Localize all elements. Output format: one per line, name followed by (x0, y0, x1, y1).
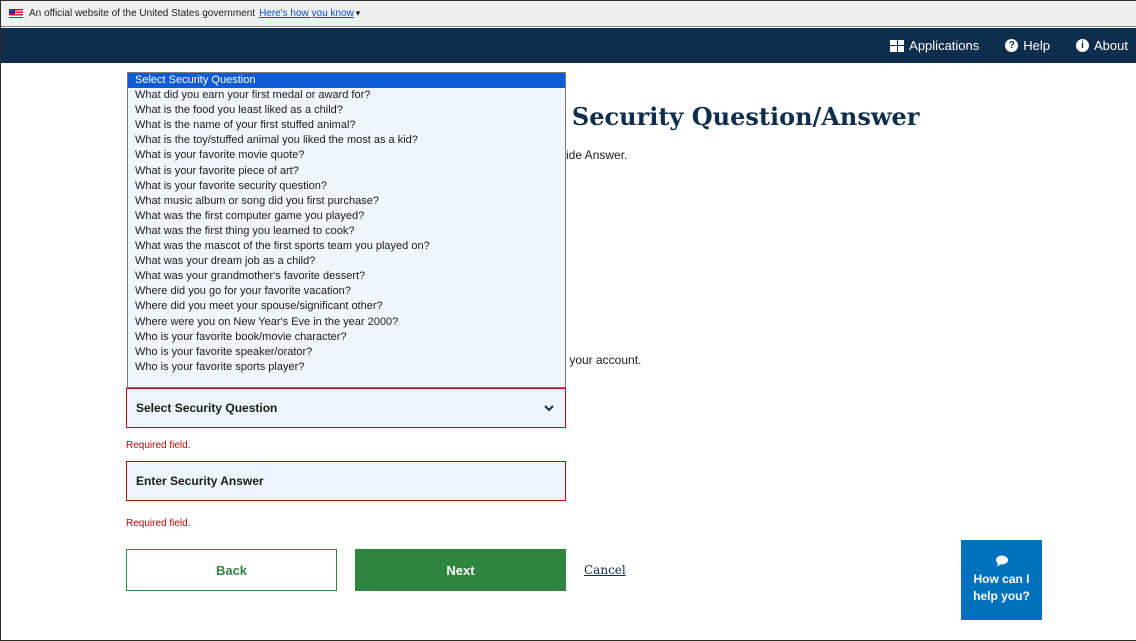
dropdown-option[interactable]: Select Security Question (128, 73, 565, 89)
page-title-text: Security Question/Answer (571, 102, 920, 131)
security-answer-input[interactable]: Enter Security Answer (126, 461, 566, 501)
dropdown-option[interactable]: Where did you meet your spouse/significa… (128, 299, 565, 314)
nav-help-label: Help (1023, 38, 1051, 53)
gov-banner: An official website of the United States… (1, 1, 1136, 27)
dropdown-option[interactable]: What was the first thing you learned to … (128, 224, 565, 239)
security-answer-placeholder: Enter Security Answer (136, 474, 264, 488)
question-circle-icon: ? (1005, 39, 1019, 52)
dropdown-option[interactable]: What is the toy/stuffed animal you liked… (128, 133, 565, 148)
page-description: vide Answer. (560, 148, 628, 162)
us-flag-icon (9, 9, 23, 18)
dropdown-option[interactable]: What was your grandmother's favorite des… (128, 269, 565, 284)
cancel-link[interactable]: Cancel (584, 563, 626, 577)
security-question-error: Required field. (126, 440, 191, 451)
dropdown-option[interactable]: Where were you on New Year's Eve in the … (128, 315, 565, 330)
dropdown-option[interactable]: Who is your favorite book/movie characte… (128, 330, 565, 345)
dropdown-option[interactable]: What was the first computer game you pla… (128, 209, 565, 224)
info-circle-icon: i (1076, 39, 1090, 52)
help-widget-line2: help you? (973, 589, 1030, 603)
gov-banner-text: An official website of the United States… (29, 8, 256, 19)
dropdown-option[interactable]: What is your favorite security question? (128, 179, 565, 194)
help-chat-widget[interactable]: How can I help you? (961, 540, 1042, 620)
nav-applications[interactable]: Applications (890, 38, 979, 53)
page-title: a Security Question/Answer (548, 102, 919, 131)
page-description-secondary: k your account. (560, 353, 642, 367)
dropdown-option[interactable]: What is your favorite movie quote? (128, 148, 565, 163)
dropdown-option[interactable]: What is your favorite piece of art? (128, 164, 565, 179)
dropdown-option[interactable]: What was the mascot of the first sports … (128, 239, 565, 254)
nav-about-label: About (1094, 38, 1128, 53)
security-question-select[interactable]: Select Security Question (126, 388, 566, 428)
grid-icon (890, 39, 905, 52)
chevron-down-icon (544, 405, 554, 412)
dropdown-option[interactable]: What did you earn your first medal or aw… (128, 88, 565, 103)
dropdown-option[interactable]: Where did you go for your favorite vacat… (128, 284, 565, 299)
dropdown-option[interactable]: What is the name of your first stuffed a… (128, 118, 565, 133)
dropdown-option[interactable]: Who is your favorite sports player? (128, 360, 565, 375)
nav-applications-label: Applications (909, 38, 980, 53)
security-answer-error: Required field. (126, 518, 191, 529)
dropdown-option[interactable]: Who is your favorite speaker/orator? (128, 345, 565, 360)
dropdown-option[interactable]: What is the food you least liked as a ch… (128, 103, 565, 118)
chat-bubble-icon (995, 555, 1008, 567)
site-header: Applications ? Help i About (1, 28, 1136, 63)
nav-about[interactable]: i About (1076, 38, 1128, 53)
back-button[interactable]: Back (126, 549, 337, 591)
security-question-dropdown[interactable]: Select Security Question What did you ea… (127, 72, 566, 388)
heres-how-you-know-link[interactable]: Here's how you know (259, 8, 354, 19)
next-button[interactable]: Next (355, 549, 566, 591)
dropdown-option[interactable]: What music album or song did you first p… (128, 194, 565, 209)
dropdown-option[interactable]: What was your dream job as a child? (128, 254, 565, 269)
security-question-select-value: Select Security Question (136, 401, 278, 415)
help-widget-line1: How can I (973, 572, 1030, 586)
chevron-down-icon[interactable]: ▾ (356, 8, 361, 19)
nav-help[interactable]: ? Help (1005, 38, 1050, 53)
